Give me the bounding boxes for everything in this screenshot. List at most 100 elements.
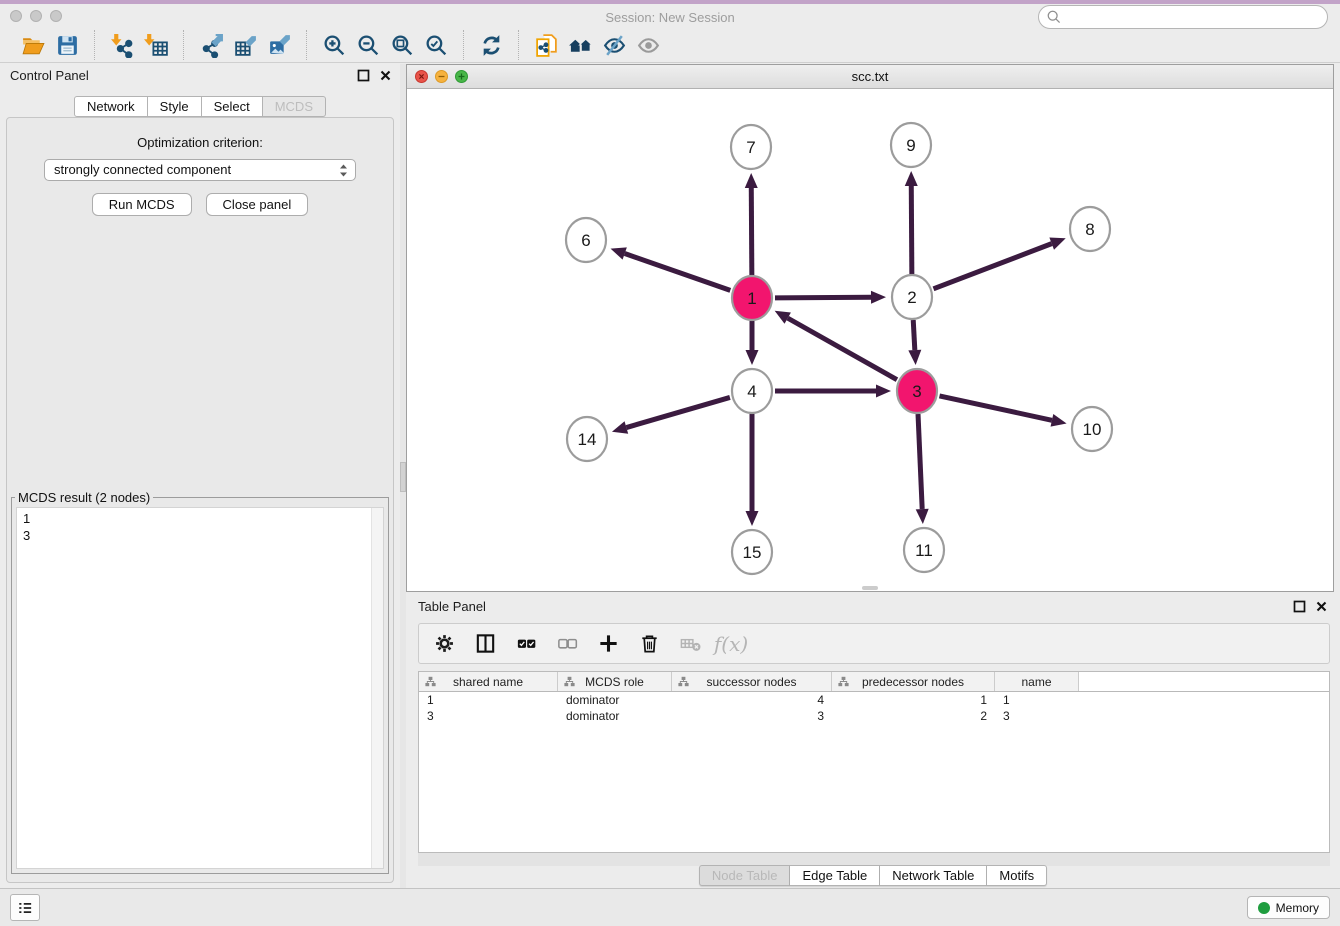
- zoom-fit-button[interactable]: [385, 31, 419, 59]
- arrowhead-icon: [871, 291, 886, 304]
- tab-network[interactable]: Network: [74, 96, 148, 117]
- import-table-button[interactable]: [139, 31, 173, 59]
- import-network-button[interactable]: [105, 31, 139, 59]
- refresh-button[interactable]: [474, 31, 508, 59]
- run-mcds-button[interactable]: Run MCDS: [92, 193, 192, 216]
- table-cell[interactable]: 2: [832, 708, 995, 724]
- homes-button[interactable]: [563, 31, 597, 59]
- column-label: name: [1021, 675, 1051, 689]
- deselect-all-button[interactable]: [554, 631, 580, 657]
- column-header-successor-nodes[interactable]: successor nodes: [672, 672, 832, 691]
- column-header-shared-name[interactable]: shared name: [419, 672, 558, 691]
- node-label-8: 8: [1085, 220, 1094, 239]
- table-cell[interactable]: 3: [419, 708, 558, 724]
- mcds-result-textarea[interactable]: 13: [16, 507, 384, 869]
- node-label-14: 14: [578, 430, 597, 449]
- hierarchy-icon: [425, 676, 436, 687]
- tab-select[interactable]: Select: [202, 96, 263, 117]
- zoom-selected-button[interactable]: [419, 31, 453, 59]
- node-label-7: 7: [746, 138, 755, 157]
- table-cell[interactable]: 1: [419, 692, 558, 708]
- table-cell[interactable]: 3: [995, 708, 1079, 724]
- zoom-out-button[interactable]: [351, 31, 385, 59]
- table-cell[interactable]: dominator: [558, 708, 672, 724]
- duplicate-network-button[interactable]: [529, 31, 563, 59]
- table-row[interactable]: 3dominator323: [419, 708, 1329, 724]
- network-canvas[interactable]: 7968124314101511: [407, 89, 1333, 591]
- table-row[interactable]: 1dominator411: [419, 692, 1329, 708]
- toolbar-group: [6, 30, 94, 60]
- table-cell[interactable]: dominator: [558, 692, 672, 708]
- network-title: scc.txt: [407, 65, 1333, 88]
- edge-2-3[interactable]: [913, 320, 915, 350]
- zoom-fit-icon: [390, 33, 415, 58]
- edge-1-6[interactable]: [625, 254, 731, 291]
- close-table-panel-icon[interactable]: [1315, 600, 1328, 613]
- memory-button[interactable]: Memory: [1247, 896, 1330, 919]
- export-network-icon: [199, 33, 224, 58]
- table-panel: Table Panel f(x) shared nameMCDS rolesuc…: [406, 595, 1340, 888]
- arrowhead-icon: [611, 247, 627, 259]
- arrowhead-icon: [1051, 414, 1067, 427]
- toolbar-group: [306, 30, 463, 60]
- control-panel-title: Control Panel: [10, 68, 89, 83]
- network-window-titlebar[interactable]: scc.txt: [407, 65, 1333, 89]
- edge-2-8[interactable]: [933, 244, 1051, 289]
- open-icon: [21, 33, 46, 58]
- column-header-predecessor-nodes[interactable]: predecessor nodes: [832, 672, 995, 691]
- tab-node-table[interactable]: Node Table: [699, 865, 791, 886]
- open-button[interactable]: [16, 31, 50, 59]
- edge-3-1[interactable]: [788, 318, 897, 380]
- zoom-in-button[interactable]: [317, 31, 351, 59]
- export-table-button[interactable]: [228, 31, 262, 59]
- float-panel-icon[interactable]: [357, 69, 370, 82]
- table-cell[interactable]: 1: [995, 692, 1079, 708]
- result-scrollbar[interactable]: [371, 508, 383, 868]
- show-details-button[interactable]: [631, 31, 665, 59]
- export-image-icon: [267, 33, 292, 58]
- save-button[interactable]: [50, 31, 84, 59]
- criterion-select[interactable]: strongly connected component: [44, 159, 356, 181]
- zoom-selected-icon: [424, 33, 449, 58]
- float-table-panel-icon[interactable]: [1293, 600, 1306, 613]
- column-header-name[interactable]: name: [995, 672, 1079, 691]
- edge-3-10[interactable]: [939, 396, 1051, 420]
- table-cell[interactable]: 1: [832, 692, 995, 708]
- close-panel-icon[interactable]: [379, 69, 392, 82]
- search-box[interactable]: [1038, 5, 1328, 29]
- arrowhead-icon: [916, 509, 929, 524]
- column-header-MCDS-role[interactable]: MCDS role: [558, 672, 672, 691]
- delete-column-button[interactable]: [636, 631, 662, 657]
- add-column-button[interactable]: [595, 631, 621, 657]
- zoom-in-icon: [322, 33, 347, 58]
- export-network-button[interactable]: [194, 31, 228, 59]
- tab-motifs[interactable]: Motifs: [987, 865, 1047, 886]
- tab-network-table[interactable]: Network Table: [880, 865, 987, 886]
- mcds-result-lines: 13: [17, 508, 383, 546]
- task-history-button[interactable]: [10, 894, 40, 921]
- search-input[interactable]: [1062, 7, 1327, 27]
- edge-1-2[interactable]: [775, 297, 871, 298]
- close-panel-button[interactable]: Close panel: [206, 193, 309, 216]
- table-cell[interactable]: 4: [672, 692, 832, 708]
- table-cell[interactable]: 3: [672, 708, 832, 724]
- tab-edge-table[interactable]: Edge Table: [790, 865, 880, 886]
- select-all-button[interactable]: [513, 631, 539, 657]
- edge-4-14[interactable]: [626, 397, 730, 427]
- tab-style[interactable]: Style: [148, 96, 202, 117]
- control-panel-header: Control Panel: [0, 64, 400, 90]
- result-line: 3: [23, 527, 377, 544]
- toolbar-group: [463, 30, 518, 60]
- node-table[interactable]: shared nameMCDS rolesuccessor nodesprede…: [418, 671, 1330, 853]
- export-image-button[interactable]: [262, 31, 296, 59]
- hide-details-button[interactable]: [597, 31, 631, 59]
- settings-button[interactable]: [431, 631, 457, 657]
- edge-1-7[interactable]: [751, 188, 752, 275]
- status-bar: Memory: [0, 888, 1340, 926]
- split-view-button[interactable]: [472, 631, 498, 657]
- edge-2-9[interactable]: [911, 186, 912, 274]
- edge-3-11[interactable]: [918, 414, 922, 509]
- node-label-3: 3: [912, 382, 921, 401]
- network-resize-handle[interactable]: [862, 586, 878, 590]
- tab-mcds[interactable]: MCDS: [263, 96, 326, 117]
